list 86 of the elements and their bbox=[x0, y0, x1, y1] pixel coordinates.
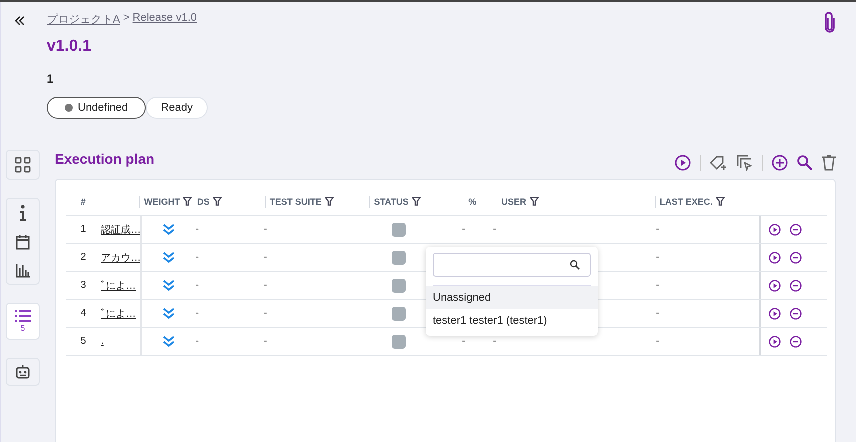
page-title: v1.0.1 bbox=[47, 38, 92, 56]
bar-chart-icon[interactable] bbox=[16, 264, 30, 278]
double-chevron-left-icon bbox=[15, 16, 25, 26]
collapse-button[interactable] bbox=[13, 14, 27, 28]
search-icon bbox=[570, 260, 580, 270]
table-cell: 5 bbox=[80, 336, 86, 347]
column-header: STATUS bbox=[374, 196, 409, 206]
table-cell: - bbox=[196, 336, 200, 347]
filter-icon[interactable] bbox=[716, 197, 725, 206]
grid-icon[interactable] bbox=[15, 157, 31, 173]
table-cell: - bbox=[264, 308, 268, 319]
table-cell: 1 bbox=[80, 224, 86, 235]
remove-icon[interactable] bbox=[790, 308, 802, 320]
table-cell: - bbox=[264, 252, 268, 263]
filter-icon[interactable] bbox=[324, 197, 334, 206]
play-icon[interactable] bbox=[675, 155, 691, 171]
filter-icon[interactable] bbox=[412, 197, 421, 206]
section-title: Execution plan bbox=[55, 151, 155, 167]
double-chevron-down-icon bbox=[162, 280, 175, 291]
dropdown-option[interactable]: Unassigned bbox=[426, 286, 598, 309]
test-case-link[interactable]: ﾞによ… bbox=[101, 306, 136, 320]
play-icon[interactable] bbox=[768, 280, 780, 292]
test-case-link[interactable]: 認証成… bbox=[101, 222, 140, 236]
table-cell: - bbox=[264, 280, 268, 291]
remove-icon[interactable] bbox=[790, 280, 802, 292]
table-cell: 4 bbox=[80, 308, 86, 319]
table-cell: - bbox=[656, 308, 660, 319]
filter-icon[interactable] bbox=[183, 197, 192, 206]
double-chevron-down-icon bbox=[162, 308, 175, 319]
table-cell: - bbox=[656, 224, 660, 235]
count-label: 5 bbox=[20, 324, 26, 333]
column-header: TEST SUITE bbox=[270, 196, 322, 206]
column-header: WEIGHT bbox=[144, 196, 180, 206]
play-icon[interactable] bbox=[768, 252, 780, 264]
info-icon[interactable] bbox=[19, 205, 27, 221]
table-cell: - bbox=[656, 336, 660, 347]
breadcrumb-link[interactable]: プロジェクトA bbox=[47, 12, 120, 27]
list-icon[interactable] bbox=[15, 310, 31, 323]
table-cell: - bbox=[196, 280, 200, 291]
table-cell: - bbox=[462, 336, 466, 347]
dropdown-option[interactable]: tester1 tester1 (tester1) bbox=[426, 309, 598, 332]
double-chevron-down-icon bbox=[162, 224, 175, 235]
filter-icon[interactable] bbox=[530, 197, 539, 206]
table-cell: - bbox=[196, 252, 200, 263]
remove-icon[interactable] bbox=[790, 252, 802, 264]
filter-icon[interactable] bbox=[212, 197, 222, 206]
play-icon[interactable] bbox=[768, 308, 780, 320]
table-cell: - bbox=[462, 224, 466, 235]
column-header: % bbox=[468, 196, 477, 206]
table-cell: - bbox=[656, 280, 660, 291]
table-cell: - bbox=[196, 224, 200, 235]
status-chip[interactable]: Undefined bbox=[47, 97, 146, 119]
double-chevron-down-icon bbox=[162, 336, 175, 347]
table-cell: 2 bbox=[80, 252, 86, 263]
count-text: 1 bbox=[47, 72, 55, 86]
play-icon[interactable] bbox=[768, 336, 780, 348]
column-header: DS bbox=[197, 196, 210, 206]
test-case-link[interactable]: . bbox=[101, 336, 104, 347]
search-icon[interactable] bbox=[797, 155, 813, 171]
remove-icon[interactable] bbox=[790, 224, 802, 236]
copy-select-icon[interactable] bbox=[737, 155, 753, 171]
status-chip[interactable]: Ready bbox=[146, 97, 208, 119]
test-case-link[interactable]: ﾞによ… bbox=[101, 278, 136, 292]
double-chevron-down-icon bbox=[162, 252, 175, 263]
trash-icon[interactable] bbox=[822, 155, 836, 171]
column-header: # bbox=[80, 196, 86, 206]
breadcrumb-separator: > bbox=[123, 12, 130, 26]
table-cell: - bbox=[196, 308, 200, 319]
table-cell: 3 bbox=[80, 280, 86, 291]
table-cell: - bbox=[264, 336, 268, 347]
play-icon[interactable] bbox=[768, 224, 780, 236]
table-cell: - bbox=[493, 336, 496, 347]
add-circle-icon[interactable] bbox=[772, 155, 788, 171]
calendar-icon[interactable] bbox=[16, 235, 30, 250]
paperclip-icon[interactable] bbox=[824, 12, 836, 34]
robot-icon[interactable] bbox=[16, 365, 30, 379]
breadcrumb-link[interactable]: Release v1.0 bbox=[132, 12, 197, 27]
table-cell: - bbox=[656, 252, 660, 263]
table-cell: - bbox=[264, 224, 268, 235]
column-header: USER bbox=[502, 196, 527, 206]
test-case-link[interactable]: アカウ… bbox=[101, 250, 140, 264]
remove-icon[interactable] bbox=[790, 336, 802, 348]
tag-add-icon[interactable] bbox=[710, 155, 728, 171]
table-cell: - bbox=[493, 224, 496, 235]
column-header: LAST EXEC. bbox=[660, 196, 713, 206]
search-field[interactable] bbox=[433, 253, 591, 277]
